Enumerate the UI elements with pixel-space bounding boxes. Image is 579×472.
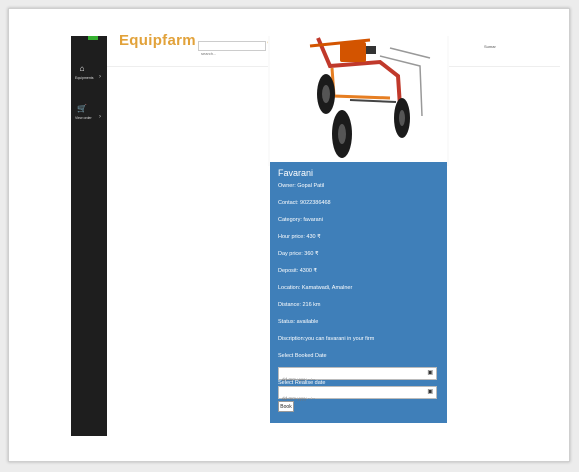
sidebar: ⌂ Equipments › 🛒 View order › [71, 36, 107, 436]
user-name[interactable]: Sumar [484, 44, 496, 49]
hour-price-text: Hour price: 430 ₹ [278, 234, 321, 240]
chevron-right-icon: › [99, 74, 101, 80]
deposit-text: Deposit: 4300 ₹ [278, 268, 317, 274]
owner-text: Owner: Gopal Patil [278, 183, 325, 189]
description-text: Discription:you can favarani in your fir… [278, 336, 375, 342]
release-date-field[interactable]: ▣ [278, 386, 437, 404]
sidebar-item-view-order[interactable]: 🛒 View order › [71, 104, 107, 138]
search-box[interactable] [198, 41, 266, 58]
sidebar-item-label: Equipments [75, 76, 94, 80]
status-text: Status: available [278, 319, 319, 325]
search-input[interactable] [199, 49, 261, 58]
sidebar-item-label: View order [75, 116, 92, 120]
booked-date-label: Select Booked Date [278, 353, 327, 359]
contact-text: Contact: 9022386468 [278, 200, 331, 206]
location-text: Location: Kamatwadi, Amalner [278, 285, 353, 291]
day-price-text: Day price: 360 ₹ [278, 251, 319, 257]
equipment-name: Favarani [278, 168, 314, 178]
sidebar-accent [88, 36, 98, 40]
category-text: Category: favarani [278, 217, 323, 223]
sidebar-item-equipments[interactable]: ⌂ Equipments › [71, 64, 107, 98]
calendar-icon[interactable]: ▣ [427, 369, 433, 376]
booked-date-field[interactable]: ▣ [278, 367, 437, 385]
brand-logo[interactable]: Equipfarm [119, 32, 196, 49]
calendar-icon[interactable]: ▣ [427, 388, 433, 395]
equipment-image [270, 36, 447, 162]
distance-text: Distance: 216 km [278, 302, 321, 308]
cart-icon: 🛒 [77, 104, 87, 113]
chevron-right-icon: › [99, 114, 101, 120]
home-icon: ⌂ [79, 64, 85, 73]
equipment-details-card: Favarani Owner: Gopal Patil Contact: 902… [270, 162, 447, 423]
release-date-input[interactable] [279, 393, 425, 404]
sprayer-image [309, 37, 431, 158]
